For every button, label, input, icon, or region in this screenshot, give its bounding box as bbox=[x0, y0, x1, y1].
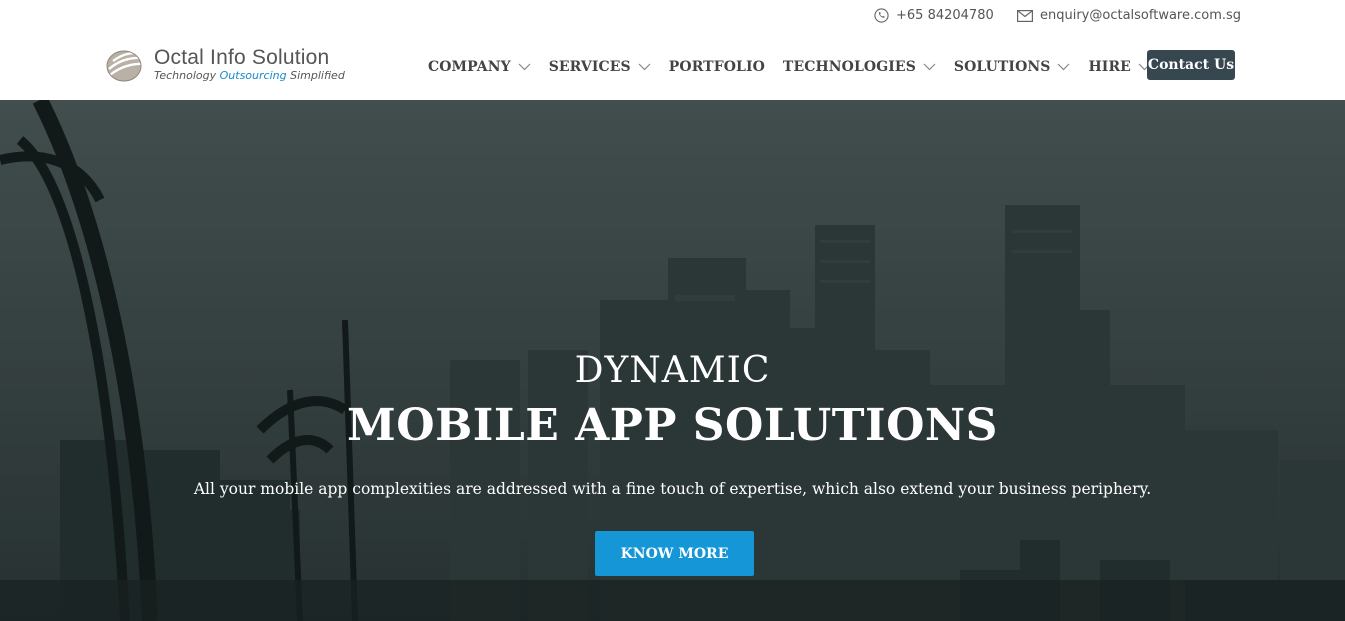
chevron-down-icon bbox=[518, 63, 531, 71]
know-more-button[interactable]: KNOW MORE bbox=[595, 531, 754, 576]
globe-logo-icon bbox=[106, 50, 147, 82]
mail-icon bbox=[1017, 9, 1033, 22]
nav-item-solutions[interactable]: SOLUTIONS bbox=[954, 59, 1071, 75]
chevron-down-icon bbox=[923, 63, 936, 71]
hero-description: All your mobile app complexities are add… bbox=[193, 480, 1152, 498]
nav-item-services[interactable]: SERVICES bbox=[549, 59, 651, 75]
logo-tagline: Technology Outsourcing Simplified bbox=[154, 69, 345, 82]
main-nav: COMPANY SERVICES PORTFOLIO TECHNOLOGIES … bbox=[428, 34, 1169, 100]
chevron-down-icon bbox=[1058, 63, 1070, 71]
hero-banner: DYNAMIC MOBILE APP SOLUTIONS All your mo… bbox=[0, 100, 1345, 621]
top-contact-bar: +65 84204780 enquiry@octalsoftware.com.s… bbox=[0, 0, 1345, 34]
site-logo[interactable]: Octal Info Solution Technology Outsourci… bbox=[104, 47, 345, 83]
contact-us-button[interactable]: Contact Us bbox=[1147, 50, 1235, 80]
hero-title: MOBILE APP SOLUTIONS bbox=[347, 400, 998, 451]
phone-icon bbox=[874, 8, 889, 23]
site-header: Octal Info Solution Technology Outsourci… bbox=[0, 34, 1345, 101]
logo-name: Octal Info Solution bbox=[154, 46, 330, 69]
chevron-down-icon bbox=[638, 63, 651, 71]
nav-item-technologies[interactable]: TECHNOLOGIES bbox=[783, 59, 936, 75]
hero-subtitle: DYNAMIC bbox=[574, 350, 771, 391]
nav-item-portfolio[interactable]: PORTFOLIO bbox=[669, 59, 765, 75]
nav-item-company[interactable]: COMPANY bbox=[428, 59, 531, 75]
phone-contact[interactable]: +65 84204780 bbox=[874, 8, 994, 23]
phone-number: +65 84204780 bbox=[896, 8, 994, 23]
nav-item-hire[interactable]: HIRE bbox=[1088, 59, 1151, 75]
email-address: enquiry@octalsoftware.com.sg bbox=[1040, 8, 1242, 23]
email-contact[interactable]: enquiry@octalsoftware.com.sg bbox=[1017, 8, 1241, 23]
